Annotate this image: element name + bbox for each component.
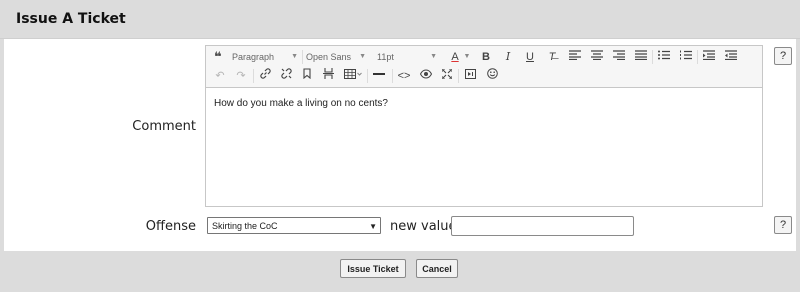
source-code-icon[interactable]: <> bbox=[397, 68, 411, 84]
offense-help-button[interactable]: ? bbox=[774, 216, 792, 234]
toolbar-divider bbox=[697, 50, 698, 64]
chevron-down-icon: ▼ bbox=[369, 222, 377, 231]
font-size-value: 11pt bbox=[377, 52, 394, 62]
emoticon-icon[interactable] bbox=[485, 68, 499, 84]
paragraph-format-select[interactable]: Paragraph ▼ bbox=[232, 49, 300, 65]
comment-label: Comment bbox=[132, 119, 196, 134]
link-icon[interactable] bbox=[258, 68, 272, 84]
dialog-title: Issue A Ticket bbox=[16, 11, 126, 27]
offense-select-value: Skirting the CoC bbox=[212, 221, 278, 231]
issue-ticket-button[interactable]: Issue Ticket bbox=[340, 259, 406, 278]
blockquote-icon[interactable]: ❝ bbox=[212, 49, 224, 65]
toolbar-divider bbox=[392, 69, 393, 83]
editor-toolbar: ❝ Paragraph ▼ Open Sans ▼ 11pt ▼ A ▼ B I… bbox=[206, 46, 762, 88]
table-icon[interactable] bbox=[343, 68, 363, 84]
fullscreen-icon[interactable] bbox=[440, 68, 454, 84]
page-break-icon[interactable] bbox=[322, 68, 334, 84]
font-size-select[interactable]: 11pt ▼ bbox=[377, 49, 439, 65]
bullet-list-icon[interactable] bbox=[657, 49, 671, 65]
horizontal-rule-icon[interactable] bbox=[372, 68, 386, 84]
numbered-list-icon[interactable] bbox=[679, 49, 693, 65]
media-icon[interactable] bbox=[463, 68, 477, 84]
align-justify-icon[interactable] bbox=[634, 49, 648, 65]
align-center-icon[interactable] bbox=[590, 49, 604, 65]
underline-icon[interactable]: U bbox=[524, 49, 536, 65]
outdent-icon[interactable] bbox=[702, 49, 716, 65]
undo-icon[interactable]: ↶ bbox=[214, 68, 226, 84]
chevron-down-icon: ▼ bbox=[430, 53, 437, 60]
bold-icon[interactable]: B bbox=[480, 49, 492, 65]
toolbar-divider bbox=[302, 50, 303, 64]
offense-select[interactable]: Skirting the CoC ▼ bbox=[207, 217, 381, 234]
indent-icon[interactable] bbox=[724, 49, 738, 65]
toolbar-divider bbox=[367, 69, 368, 83]
chevron-down-icon[interactable]: ▼ bbox=[463, 49, 471, 65]
align-right-icon[interactable] bbox=[612, 49, 626, 65]
toolbar-divider bbox=[253, 69, 254, 83]
unlink-icon[interactable] bbox=[279, 68, 293, 84]
rich-text-editor[interactable]: ❝ Paragraph ▼ Open Sans ▼ 11pt ▼ A ▼ B I… bbox=[205, 45, 763, 207]
text-color-icon[interactable]: A bbox=[448, 49, 462, 65]
preview-eye-icon[interactable] bbox=[419, 68, 433, 84]
bookmark-icon[interactable] bbox=[301, 68, 313, 84]
align-left-icon[interactable] bbox=[568, 49, 582, 65]
offense-label: Offense bbox=[145, 219, 196, 234]
font-family-value: Open Sans bbox=[306, 52, 352, 62]
font-family-select[interactable]: Open Sans ▼ bbox=[306, 49, 368, 65]
comment-help-button[interactable]: ? bbox=[774, 47, 792, 65]
paragraph-format-value: Paragraph bbox=[232, 52, 275, 62]
cancel-button[interactable]: Cancel bbox=[416, 259, 458, 278]
editor-content[interactable]: How do you make a living on no cents? bbox=[214, 98, 388, 109]
chevron-down-icon: ▼ bbox=[291, 53, 298, 60]
toolbar-divider bbox=[652, 50, 653, 64]
toolbar-divider bbox=[458, 69, 459, 83]
new-value-label: new value bbox=[390, 219, 457, 234]
clear-formatting-icon[interactable]: T̶ bbox=[546, 49, 558, 65]
dialog-header: Issue A Ticket bbox=[0, 0, 800, 39]
new-value-input[interactable] bbox=[451, 216, 634, 236]
chevron-down-icon: ▼ bbox=[359, 53, 366, 60]
redo-icon[interactable]: ↷ bbox=[235, 68, 247, 84]
italic-icon[interactable]: I bbox=[502, 49, 514, 65]
